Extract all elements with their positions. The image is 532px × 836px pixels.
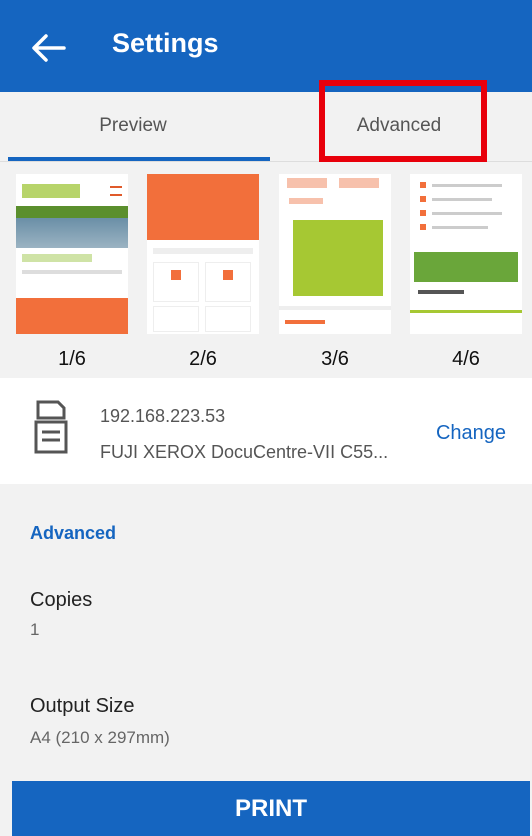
print-button[interactable]: PRINT [12, 781, 530, 836]
copies-value[interactable]: 1 [30, 620, 39, 640]
copies-label[interactable]: Copies [30, 589, 92, 612]
page-number-3: 3/6 [321, 348, 349, 370]
highlight-box [319, 80, 487, 162]
page-title: Settings [112, 28, 219, 58]
tab-indicator [8, 157, 270, 161]
page-number-2: 2/6 [189, 348, 217, 370]
output-size-label[interactable]: Output Size [30, 695, 135, 718]
preview-thumbnails: 1/6 2/6 3/6 4/6 [0, 162, 532, 378]
tab-preview[interactable]: Preview [0, 92, 266, 162]
printer-icon [34, 400, 68, 454]
arrow-left-icon[interactable] [30, 32, 66, 64]
advanced-section-title: Advanced [30, 523, 117, 543]
app-bar: Settings [0, 0, 532, 92]
page-thumbnail-1[interactable] [16, 174, 128, 334]
page-thumbnail-3[interactable] [279, 174, 391, 334]
change-printer-button[interactable]: Change [436, 422, 506, 445]
printer-model: FUJI XEROX DocuCentre-VII C55... [100, 442, 389, 462]
page-thumbnail-4[interactable] [410, 174, 522, 334]
page-thumbnail-2[interactable] [147, 174, 259, 334]
page-number-1: 1/6 [58, 348, 86, 370]
page-number-4: 4/6 [452, 348, 480, 370]
printer-ip: 192.168.223.53 [100, 406, 226, 426]
output-size-value[interactable]: A4 (210 x 297mm) [30, 728, 170, 748]
printer-card: 192.168.223.53 FUJI XEROX DocuCentre-VII… [0, 378, 532, 484]
